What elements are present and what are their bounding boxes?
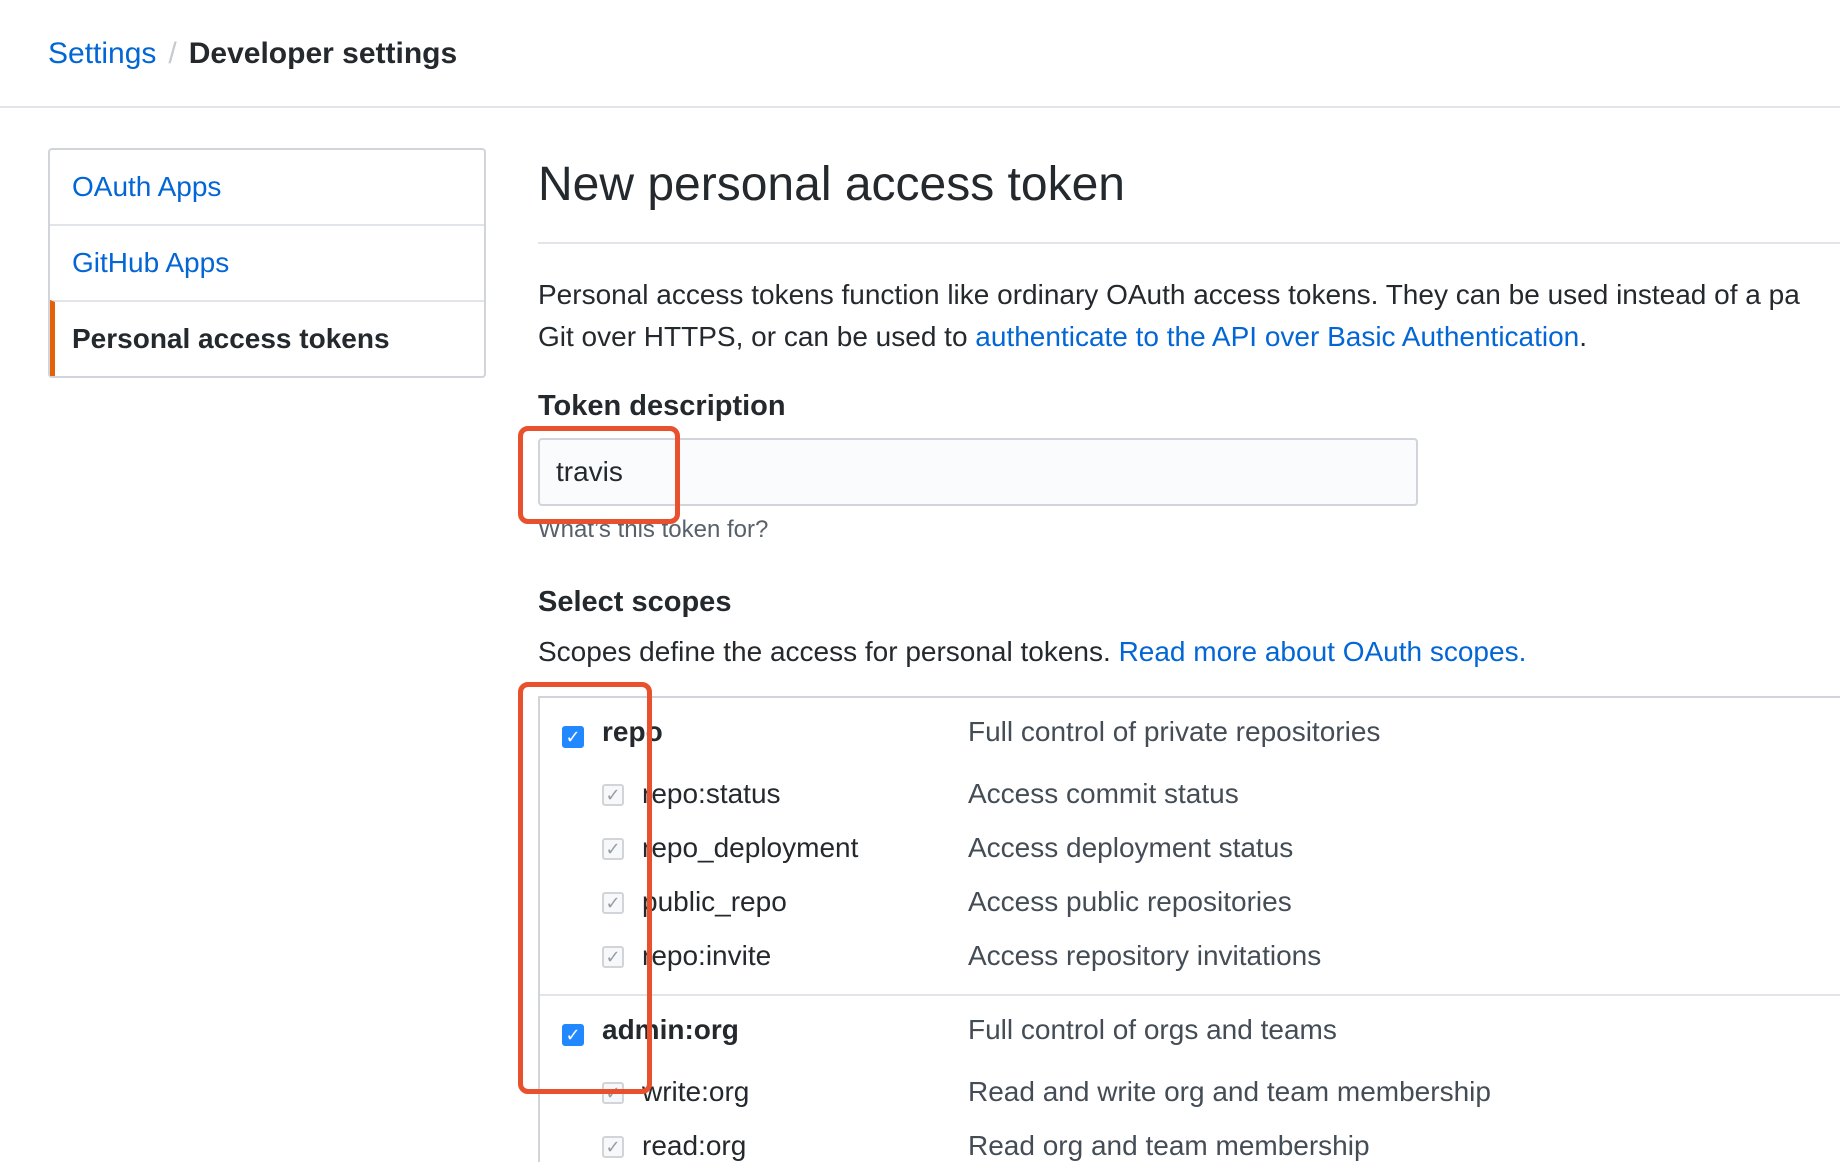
- scope-description: Access public repositories: [968, 886, 1292, 917]
- scope-description: Access commit status: [968, 778, 1239, 809]
- scope-description: Access repository invitations: [968, 940, 1322, 971]
- scope-description: Full control of private repositories: [968, 716, 1381, 747]
- scope-name: public_repo: [642, 886, 787, 917]
- checkmark-icon[interactable]: ✓: [602, 838, 624, 860]
- breadcrumb: Settings / Developer settings: [48, 36, 457, 72]
- scope-name: admin:org: [602, 1014, 739, 1045]
- basic-auth-link[interactable]: authenticate to the API over Basic Authe…: [975, 321, 1579, 352]
- scope-row-repo-deployment[interactable]: ✓ repo_deployment Access deployment stat…: [540, 822, 1840, 876]
- breadcrumb-separator: /: [168, 37, 177, 70]
- checkmark-icon[interactable]: ✓: [562, 726, 584, 748]
- token-description-input[interactable]: [538, 438, 1418, 506]
- scope-name: read:org: [642, 1130, 747, 1161]
- token-description-label: Token description: [538, 390, 786, 422]
- main-content: New personal access token Personal acces…: [538, 150, 1840, 358]
- scopes-list: ✓ repo Full control of private repositor…: [538, 696, 1840, 1162]
- checkmark-icon[interactable]: ✓: [602, 1136, 624, 1158]
- page-title: New personal access token: [538, 150, 1840, 244]
- sidebar-item-personal-access-tokens[interactable]: Personal access tokens: [50, 300, 484, 376]
- scope-row-repo-invite[interactable]: ✓ repo:invite Access repository invitati…: [540, 930, 1840, 994]
- checkmark-icon[interactable]: ✓: [602, 784, 624, 806]
- breadcrumb-settings-link[interactable]: Settings: [48, 37, 156, 70]
- intro-line-1: Personal access tokens function like ord…: [538, 279, 1800, 310]
- scope-description: Read org and team membership: [968, 1130, 1370, 1161]
- scope-name: write:org: [642, 1076, 750, 1107]
- scope-name: repo_deployment: [642, 832, 859, 863]
- scopes-description-text: Scopes define the access for personal to…: [538, 636, 1119, 667]
- scope-description: Read and write org and team membership: [968, 1076, 1491, 1107]
- intro-line-2-suffix: .: [1579, 321, 1588, 352]
- sidebar-item-oauth-apps[interactable]: OAuth Apps: [50, 150, 484, 224]
- scope-row-write-org[interactable]: ✓ write:org Read and write org and team …: [540, 1066, 1840, 1120]
- checkmark-icon[interactable]: ✓: [562, 1024, 584, 1046]
- scope-row-public-repo[interactable]: ✓ public_repo Access public repositories: [540, 876, 1840, 930]
- scopes-description: Scopes define the access for personal to…: [538, 636, 1526, 668]
- checkmark-icon[interactable]: ✓: [602, 892, 624, 914]
- scope-group-repo: ✓ repo Full control of private repositor…: [540, 698, 1840, 996]
- checkmark-icon[interactable]: ✓: [602, 1082, 624, 1104]
- intro-line-2-prefix: Git over HTTPS, or can be used to: [538, 321, 976, 352]
- intro-line-2: Git over HTTPS, or can be used to authen…: [538, 316, 1840, 358]
- scope-row-admin-org[interactable]: ✓ admin:org Full control of orgs and tea…: [540, 996, 1840, 1066]
- scope-description: Access deployment status: [968, 832, 1294, 863]
- scope-group-admin-org: ✓ admin:org Full control of orgs and tea…: [540, 996, 1840, 1174]
- select-scopes-heading: Select scopes: [538, 586, 732, 618]
- sidebar-item-github-apps[interactable]: GitHub Apps: [50, 224, 484, 300]
- scope-name: repo: [602, 716, 663, 747]
- token-description-note: What’s this token for?: [538, 516, 769, 543]
- developer-settings-menu: OAuth Apps GitHub Apps Personal access t…: [48, 148, 486, 378]
- breadcrumb-current: Developer settings: [188, 37, 458, 70]
- scope-name: repo:status: [642, 778, 781, 809]
- page-header: Settings / Developer settings: [0, 0, 1840, 108]
- scope-row-read-org[interactable]: ✓ read:org Read org and team membership: [540, 1120, 1840, 1174]
- scope-name: repo:invite: [642, 940, 772, 971]
- checkmark-icon[interactable]: ✓: [602, 946, 624, 968]
- scope-row-repo[interactable]: ✓ repo Full control of private repositor…: [540, 698, 1840, 768]
- scope-row-repo-status[interactable]: ✓ repo:status Access commit status: [540, 768, 1840, 822]
- intro-text: Personal access tokens function like ord…: [538, 274, 1840, 358]
- scope-description: Full control of orgs and teams: [968, 1014, 1337, 1045]
- oauth-scopes-link[interactable]: Read more about OAuth scopes.: [1119, 636, 1527, 667]
